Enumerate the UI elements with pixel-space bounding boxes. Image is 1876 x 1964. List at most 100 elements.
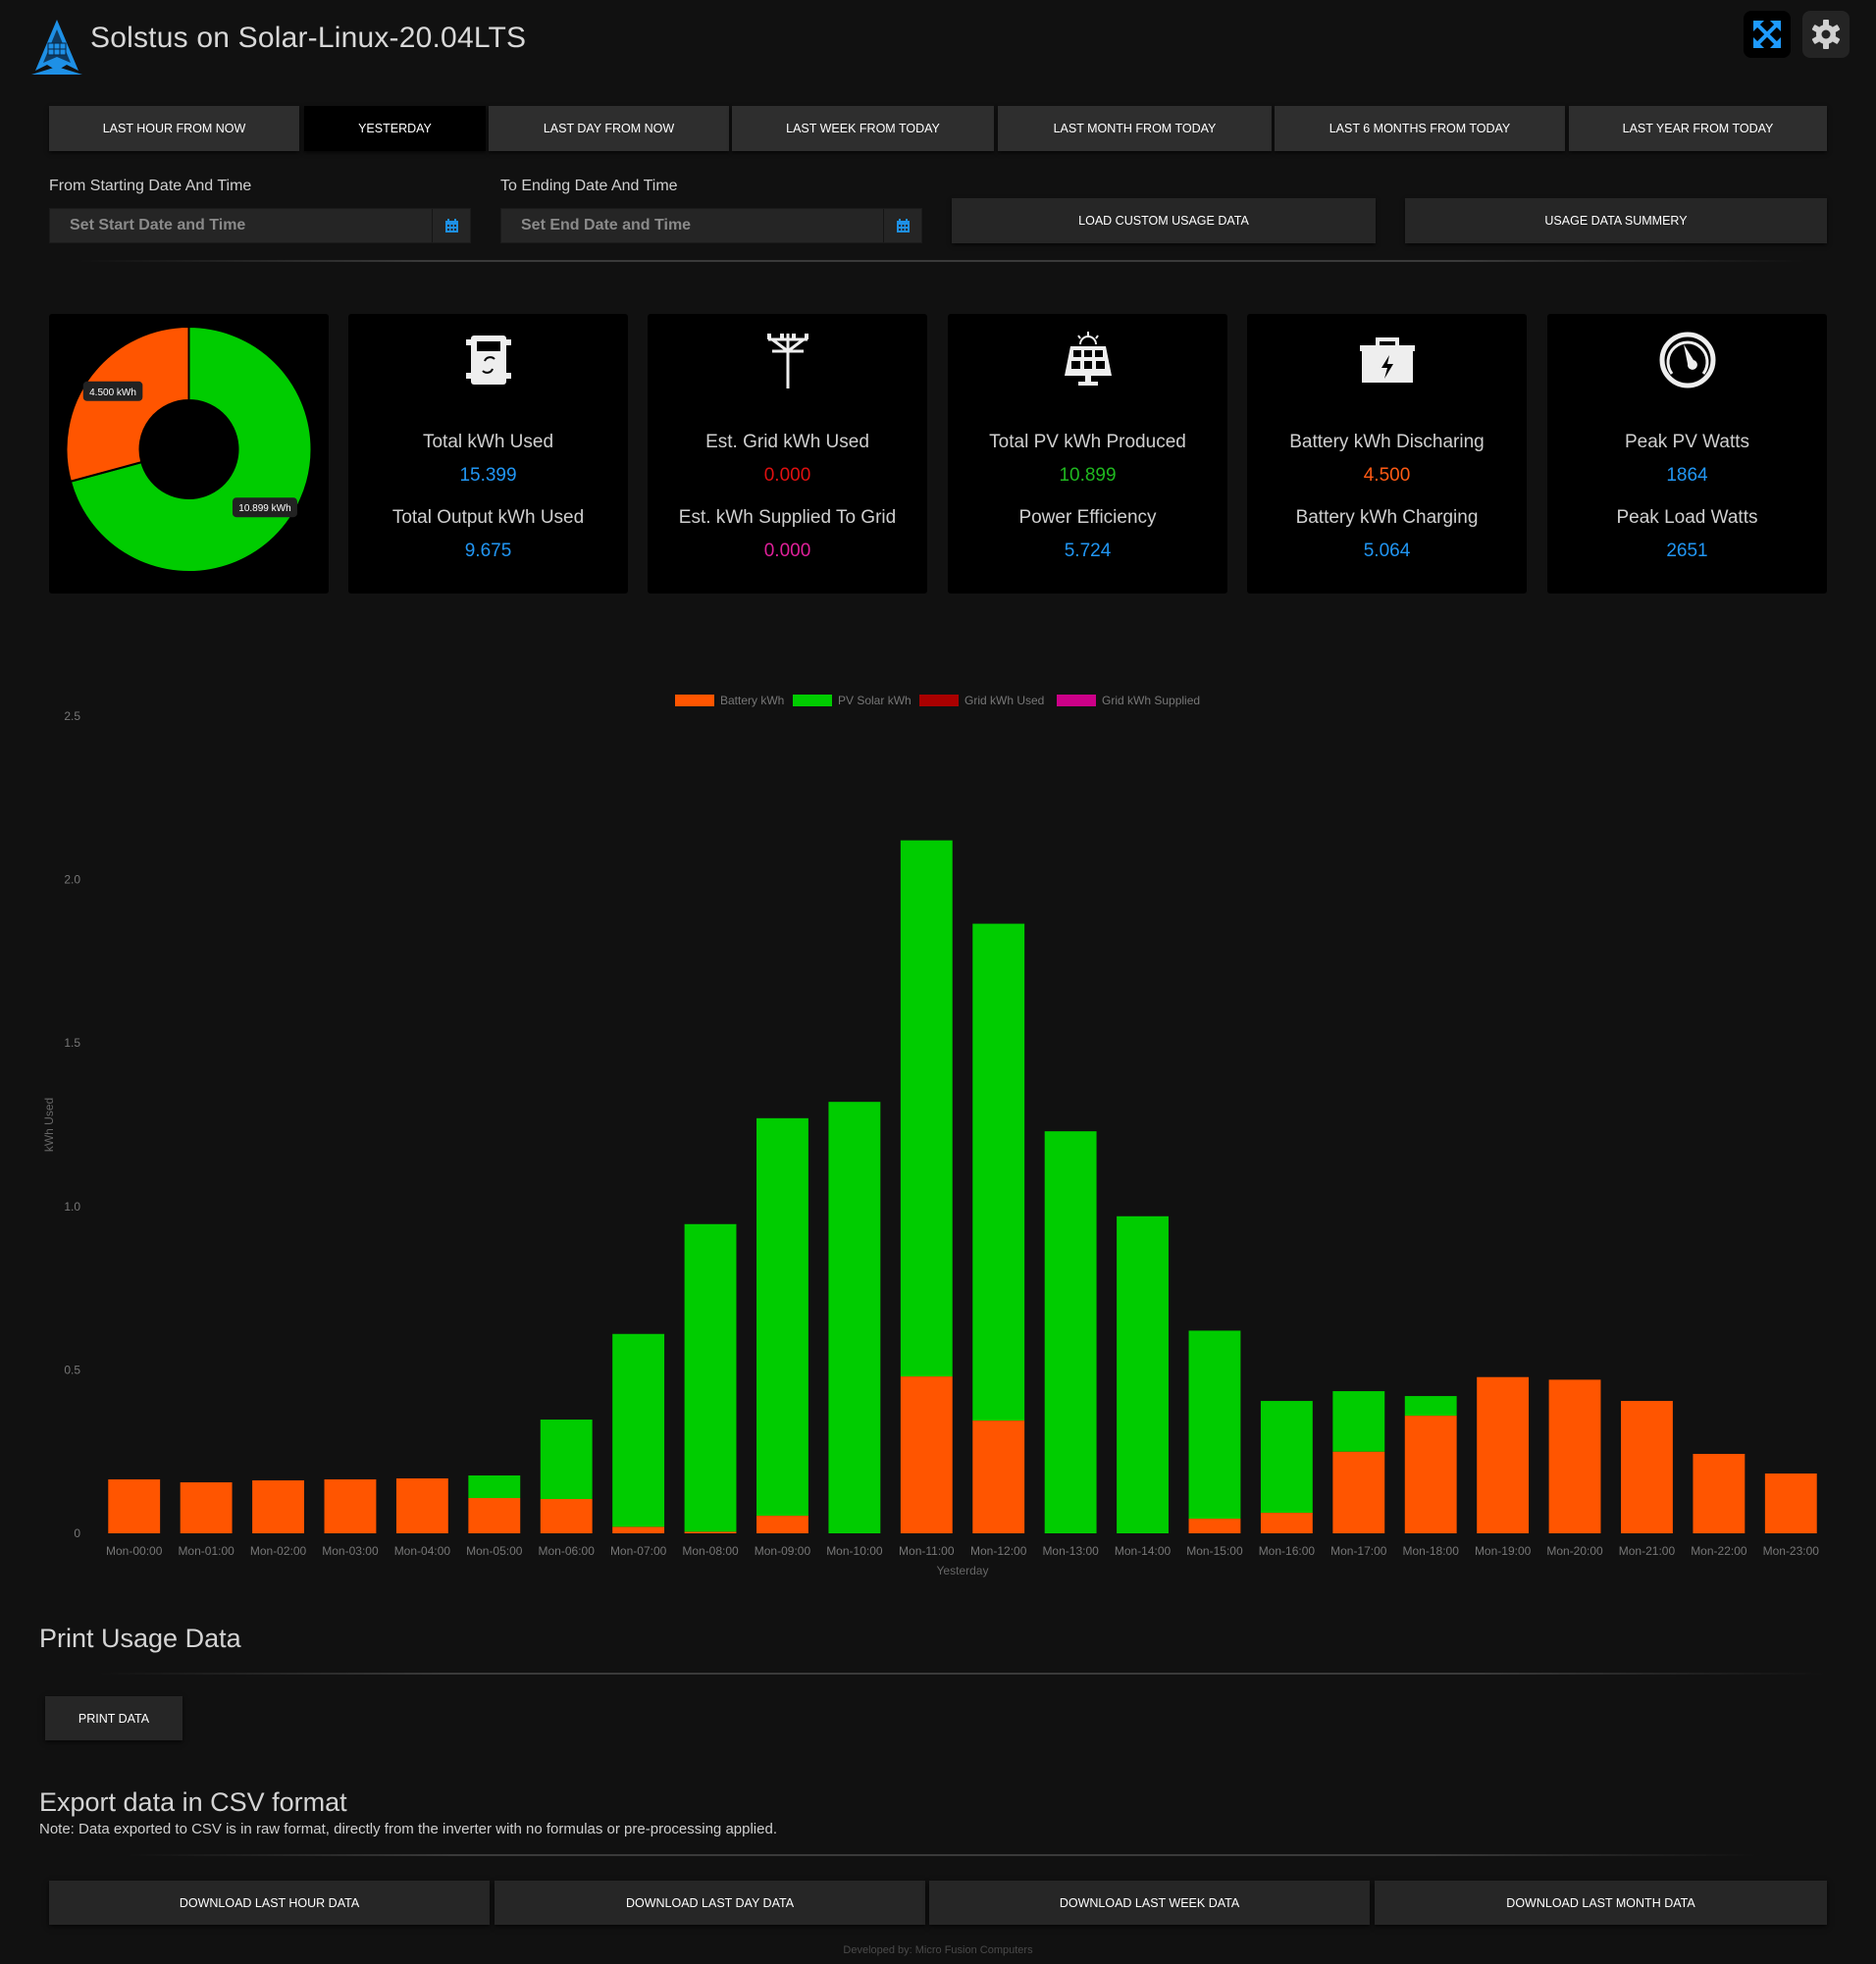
donut-slice-battery-kwh[interactable] [65, 325, 190, 484]
legend-swatch[interactable] [1057, 695, 1096, 706]
bar-battery-kwh-9[interactable] [756, 1516, 808, 1533]
end-date-label: To Ending Date And Time [500, 178, 678, 194]
stat-card-battery: Battery kWh Discharing 4.500 Battery kWh… [1247, 314, 1527, 594]
bar-battery-kwh-16[interactable] [1260, 1513, 1313, 1533]
bar-battery-kwh-11[interactable] [900, 1376, 953, 1533]
settings-button[interactable] [1802, 11, 1850, 58]
total-output-kwh-label: Total Output kWh Used [391, 507, 585, 528]
grid-supplied-label: Est. kWh Supplied To Grid [678, 507, 897, 528]
x-tick-label: Mon-15:00 [1186, 1544, 1243, 1558]
x-tick-label: Mon-02:00 [250, 1544, 307, 1558]
stat-card-peak: Peak PV Watts 1864 Peak Load Watts 2651 [1547, 314, 1827, 594]
tab-last-year[interactable]: LAST YEAR FROM TODAY [1569, 106, 1827, 151]
peak-load-watts-label: Peak Load Watts [1616, 507, 1758, 528]
y-tick-label: 2.5 [64, 709, 80, 723]
download-last-week-button[interactable]: DOWNLOAD LAST WEEK DATA [929, 1881, 1370, 1925]
legend-label[interactable]: PV Solar kWh [838, 694, 912, 707]
bar-battery-kwh-5[interactable] [468, 1498, 521, 1533]
download-last-hour-button[interactable]: DOWNLOAD LAST HOUR DATA [49, 1881, 490, 1925]
stat-card-pv: Total PV kWh Produced 10.899 Power Effic… [948, 314, 1227, 594]
x-tick-label: Mon-03:00 [322, 1544, 379, 1558]
bar-battery-kwh-17[interactable] [1332, 1451, 1385, 1533]
bar-pv-solar-kwh-17[interactable] [1332, 1391, 1385, 1452]
end-date-calendar-button[interactable] [883, 209, 921, 242]
bar-pv-solar-kwh-6[interactable] [540, 1420, 593, 1500]
donut-label: 10.899 kWh [238, 503, 290, 514]
power-efficiency-value: 5.724 [1064, 541, 1112, 561]
bar-pv-solar-kwh-8[interactable] [684, 1223, 737, 1532]
solstus-logo [27, 18, 86, 77]
battery-discharging-value: 4.500 [1363, 465, 1411, 486]
tab-last-6-months[interactable]: LAST 6 MONTHS FROM TODAY [1275, 106, 1565, 151]
x-tick-label: Mon-17:00 [1330, 1544, 1387, 1558]
download-last-month-button[interactable]: DOWNLOAD LAST MONTH DATA [1375, 1881, 1827, 1925]
bar-battery-kwh-21[interactable] [1621, 1401, 1673, 1533]
print-data-button[interactable]: PRINT DATA [45, 1696, 182, 1740]
bar-battery-kwh-12[interactable] [972, 1421, 1025, 1533]
bar-pv-solar-kwh-10[interactable] [828, 1102, 881, 1533]
bar-battery-kwh-23[interactable] [1764, 1473, 1817, 1533]
tab-last-day[interactable]: LAST DAY FROM NOW [489, 106, 729, 151]
stat-card-grid: Est. Grid kWh Used 0.000 Est. kWh Suppli… [648, 314, 927, 594]
start-date-label: From Starting Date And Time [49, 178, 252, 194]
tab-last-month[interactable]: LAST MONTH FROM TODAY [998, 106, 1272, 151]
x-tick-label: Mon-23:00 [1763, 1544, 1820, 1558]
load-custom-usage-button[interactable]: LOAD CUSTOM USAGE DATA [952, 198, 1376, 243]
bar-battery-kwh-20[interactable] [1548, 1379, 1601, 1533]
energy-source-donut: 10.899 kWh 4.500 kWh [65, 325, 313, 573]
bar-pv-solar-kwh-18[interactable] [1404, 1396, 1457, 1417]
legend-swatch[interactable] [793, 695, 832, 706]
expand-arrows-icon [1753, 21, 1781, 48]
legend-label[interactable]: Grid kWh Supplied [1102, 694, 1200, 707]
bar-battery-kwh-18[interactable] [1404, 1416, 1457, 1533]
bar-pv-solar-kwh-7[interactable] [612, 1333, 665, 1527]
export-section-title: Export data in CSV format [39, 1787, 347, 1817]
x-tick-label: Mon-10:00 [826, 1544, 883, 1558]
tab-yesterday[interactable]: YESTERDAY [304, 106, 486, 151]
x-tick-label: Mon-06:00 [539, 1544, 596, 1558]
legend-label[interactable]: Grid kWh Used [964, 694, 1044, 707]
divider [98, 1673, 1825, 1675]
bar-pv-solar-kwh-12[interactable] [972, 923, 1025, 1421]
tab-last-week[interactable]: LAST WEEK FROM TODAY [732, 106, 994, 151]
bar-battery-kwh-19[interactable] [1477, 1376, 1530, 1533]
bar-battery-kwh-7[interactable] [612, 1526, 665, 1533]
bar-pv-solar-kwh-11[interactable] [900, 840, 953, 1377]
bar-battery-kwh-4[interactable] [395, 1478, 448, 1533]
total-kwh-used-value: 15.399 [459, 465, 517, 486]
bar-battery-kwh-15[interactable] [1188, 1519, 1241, 1533]
bar-pv-solar-kwh-13[interactable] [1044, 1131, 1097, 1533]
x-tick-label: Mon-04:00 [394, 1544, 451, 1558]
bar-battery-kwh-8[interactable] [684, 1531, 737, 1533]
bar-pv-solar-kwh-9[interactable] [756, 1117, 808, 1517]
bar-pv-solar-kwh-5[interactable] [468, 1475, 521, 1499]
bar-pv-solar-kwh-14[interactable] [1117, 1215, 1169, 1533]
bar-battery-kwh-1[interactable] [180, 1482, 233, 1533]
battery-discharging-label: Battery kWh Discharing [1289, 432, 1485, 452]
x-tick-label: Mon-16:00 [1259, 1544, 1316, 1558]
total-pv-label: Total PV kWh Produced [989, 432, 1186, 452]
bar-battery-kwh-22[interactable] [1693, 1454, 1746, 1533]
start-date-input[interactable] [50, 208, 432, 243]
legend-label[interactable]: Battery kWh [720, 694, 784, 707]
bar-battery-kwh-0[interactable] [108, 1479, 161, 1533]
start-date-calendar-button[interactable] [432, 209, 470, 242]
bar-pv-solar-kwh-15[interactable] [1188, 1330, 1241, 1520]
bar-battery-kwh-3[interactable] [324, 1479, 377, 1533]
bar-pv-solar-kwh-16[interactable] [1260, 1401, 1313, 1514]
fullscreen-button[interactable] [1744, 11, 1791, 58]
start-date-field [49, 208, 471, 243]
bar-battery-kwh-6[interactable] [540, 1499, 593, 1533]
gauge-icon [1659, 332, 1715, 388]
x-tick-label: Mon-01:00 [178, 1544, 234, 1558]
x-tick-label: Mon-13:00 [1042, 1544, 1099, 1558]
x-tick-label: Mon-09:00 [755, 1544, 811, 1558]
legend-swatch[interactable] [675, 695, 714, 706]
legend-swatch[interactable] [919, 695, 959, 706]
bar-battery-kwh-2[interactable] [252, 1480, 304, 1533]
usage-summary-button[interactable]: USAGE DATA SUMMERY [1405, 198, 1827, 243]
download-last-day-button[interactable]: DOWNLOAD LAST DAY DATA [495, 1881, 925, 1925]
end-date-input[interactable] [501, 208, 883, 243]
x-tick-label: Mon-05:00 [466, 1544, 523, 1558]
tab-last-hour[interactable]: LAST HOUR FROM NOW [49, 106, 299, 151]
